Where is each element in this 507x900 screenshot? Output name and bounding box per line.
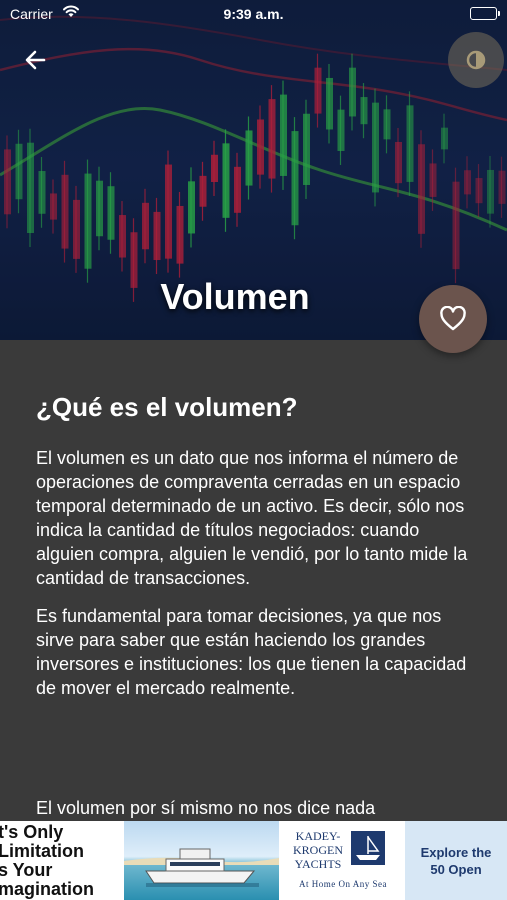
ad-slogan-line: Limitation	[0, 841, 84, 861]
article-content: ¿Qué es el volumen? El volumen es un dat…	[36, 390, 476, 818]
status-time: 9:39 a.m.	[223, 6, 284, 22]
ad-banner[interactable]: t's Only Limitation s Your magination KA…	[0, 821, 507, 900]
ad-brand-line: KROGEN	[293, 843, 343, 857]
ad-brand-line: KADEY-	[295, 829, 341, 843]
ad-slogan-line: s Your	[0, 860, 53, 880]
ad-yacht-image	[124, 821, 279, 900]
ad-brand: KADEY- KROGEN YACHTS At Home On Any Sea	[279, 821, 405, 900]
ad-slogan: t's Only Limitation s Your magination	[0, 823, 122, 899]
article-heading: ¿Qué es el volumen?	[36, 392, 298, 422]
brightness-icon	[466, 50, 486, 70]
theme-toggle-button[interactable]	[448, 32, 504, 88]
article-paragraph: El volumen es un dato que nos informa el…	[36, 448, 468, 588]
hero-banner: Carrier 9:39 a.m. Volumen	[0, 0, 507, 340]
ad-brand-name: KADEY- KROGEN YACHTS	[287, 829, 349, 871]
page-title: Volumen	[160, 276, 310, 317]
status-bar: Carrier 9:39 a.m.	[0, 0, 507, 28]
favorite-button[interactable]	[419, 285, 487, 353]
back-button[interactable]	[20, 44, 52, 76]
article-paragraph: Es fundamental para tomar decisiones, ya…	[36, 606, 467, 698]
battery-icon	[470, 7, 500, 20]
article-paragraph: El volumen por sí mismo no nos dice nada	[36, 798, 376, 818]
ad-tagline: At Home On Any Sea	[299, 879, 387, 889]
ad-brand-line: YACHTS	[294, 857, 342, 871]
ad-cta-label: Explore the 50 Open	[420, 844, 492, 877]
heart-outline-icon	[440, 306, 466, 331]
ad-logo-icon	[351, 831, 385, 865]
arrow-left-icon	[25, 50, 46, 70]
ad-cta-button[interactable]: Explore the 50 Open	[405, 821, 507, 900]
ad-slogan-line: t's Only	[0, 823, 64, 842]
ad-slogan-line: magination	[0, 879, 95, 899]
